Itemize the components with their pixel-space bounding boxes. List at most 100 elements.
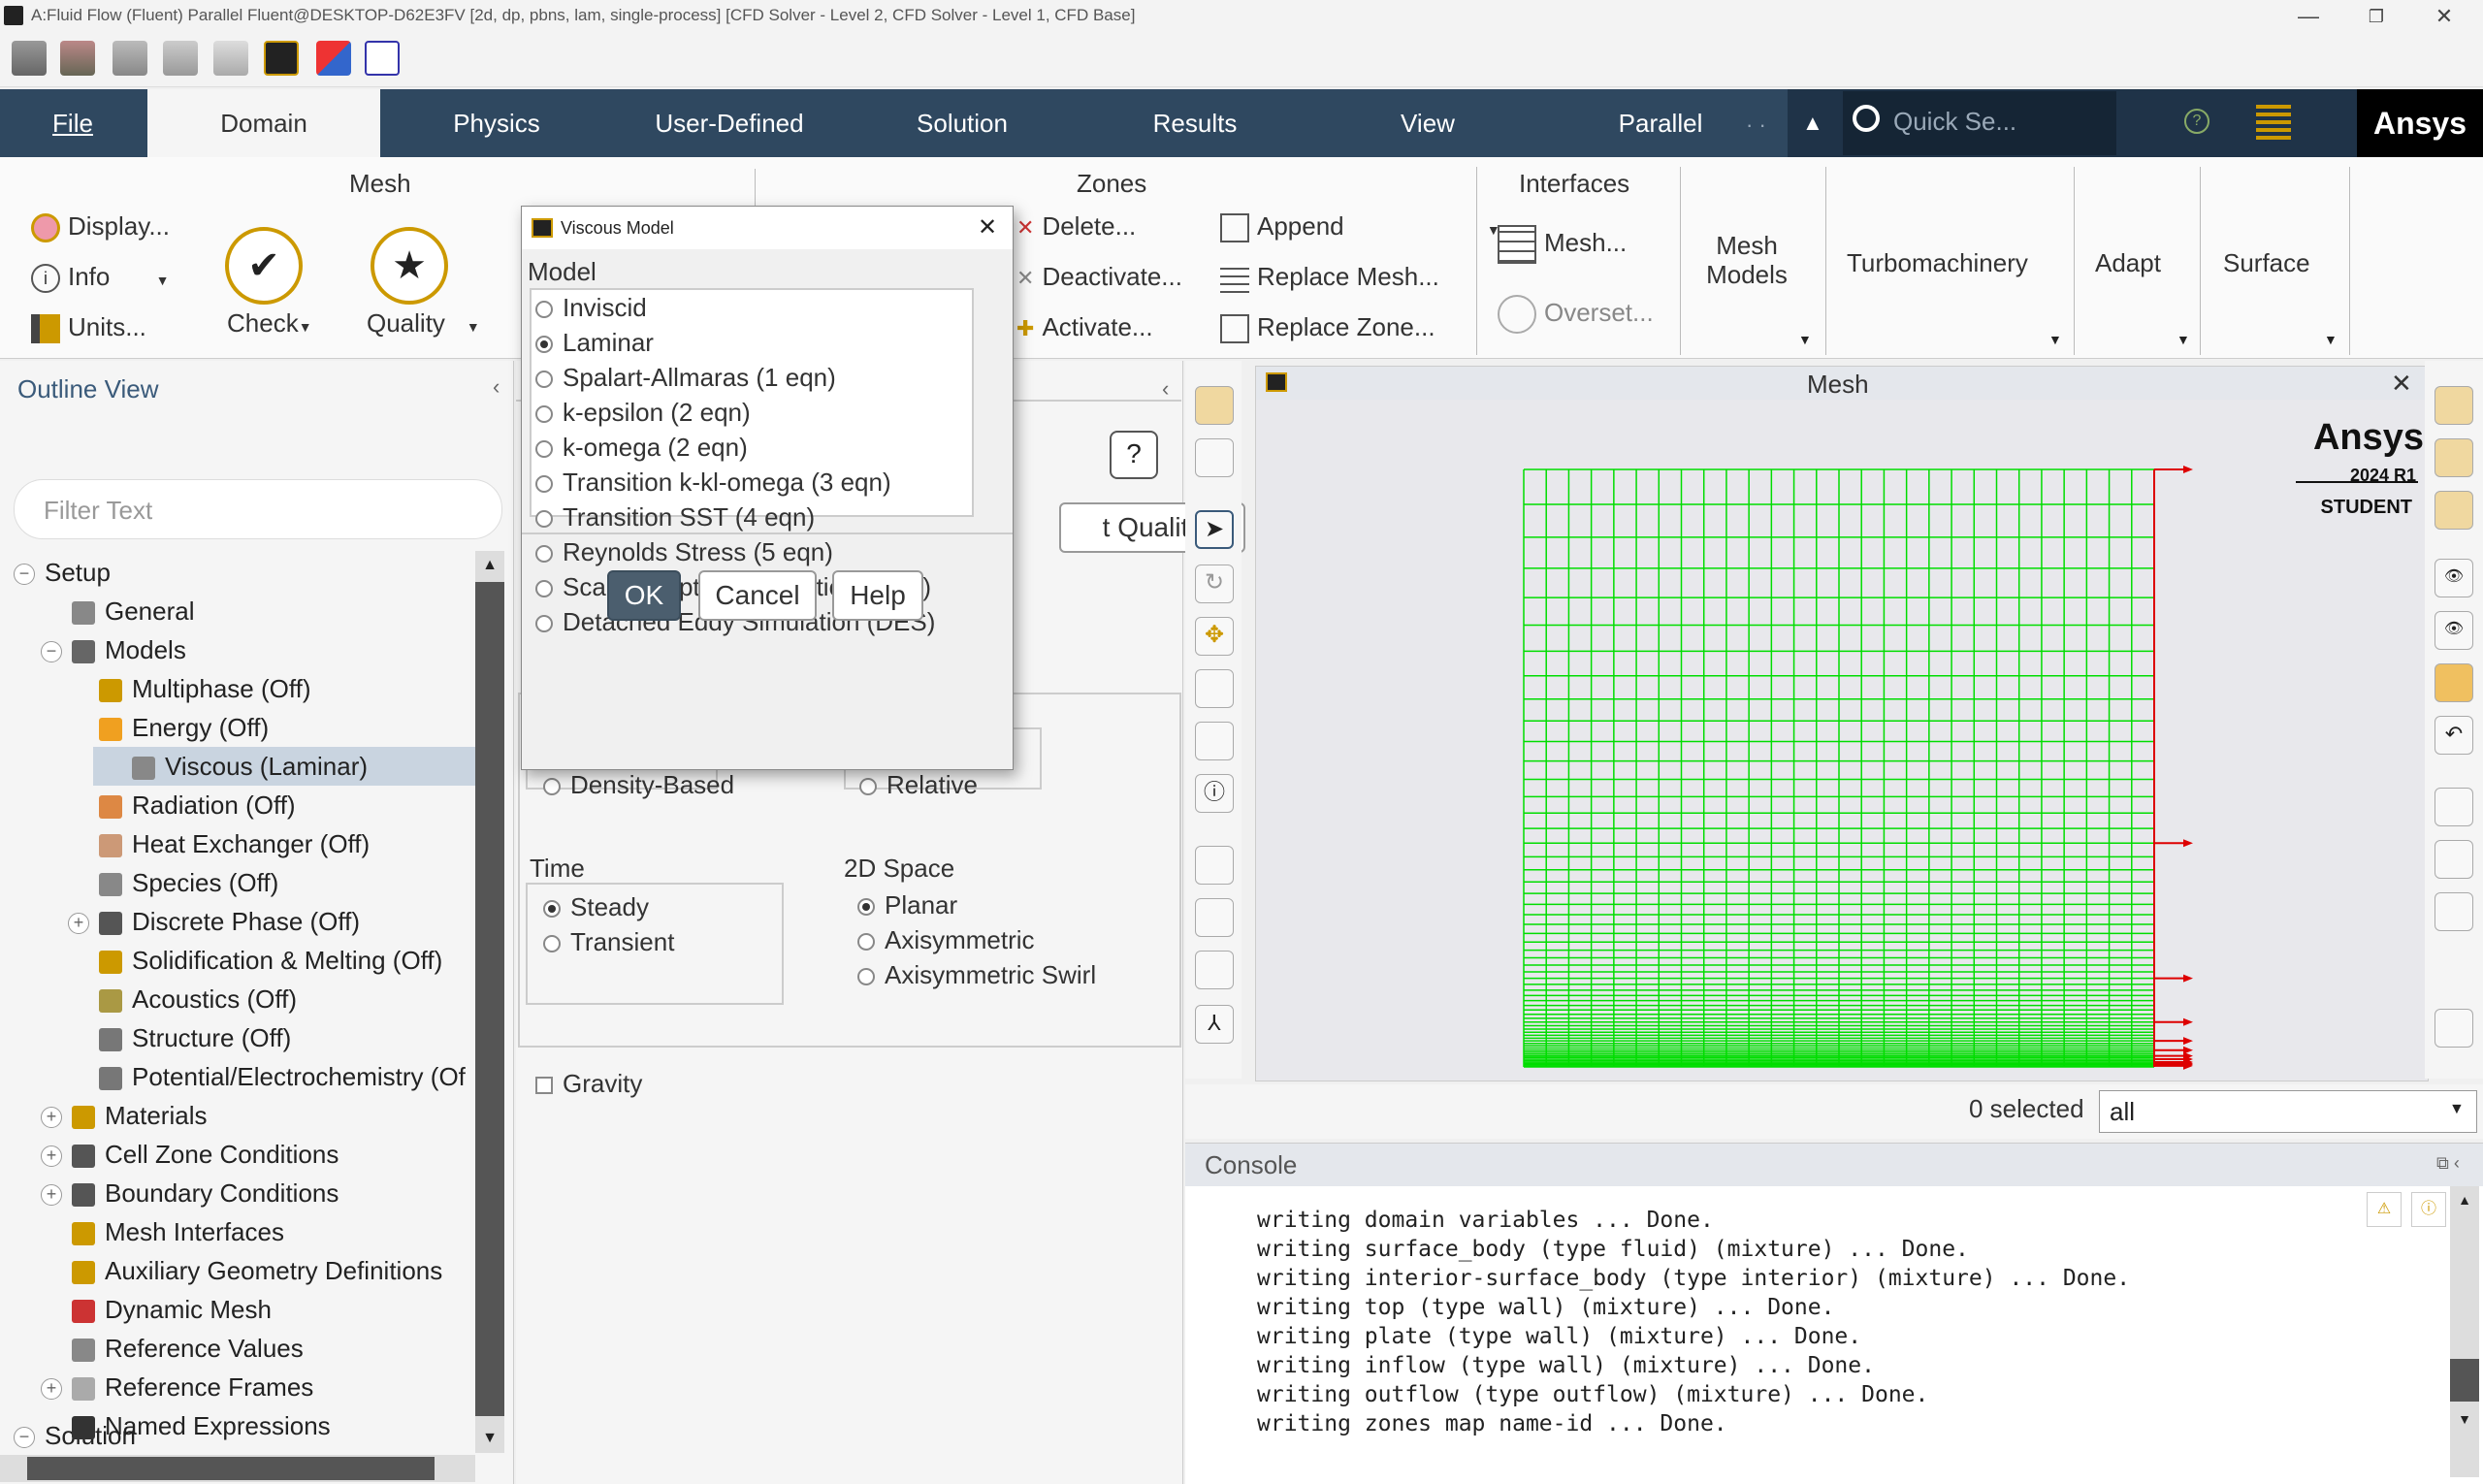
tree-item-acoustics-off[interactable]: Acoustics (Off)	[68, 980, 297, 1018]
scroll-thumb[interactable]	[2450, 1359, 2479, 1402]
overset-button[interactable]: Overset...	[1498, 295, 1654, 334]
adapt-dropdown-icon[interactable]: ▼	[2177, 332, 2190, 347]
console-panel[interactable]: Console ⧉ ‹ writing domain variables ...…	[1185, 1143, 2483, 1484]
tree-item-discrete-phase-off[interactable]: + Discrete Phase (Off)	[68, 902, 360, 941]
outline-hscrollbar[interactable]	[0, 1455, 475, 1482]
scroll-thumb[interactable]	[475, 582, 504, 1416]
model-option-k-epsilon-2-eqn[interactable]: k-epsilon (2 eqn)	[535, 395, 972, 430]
zoom-in-icon[interactable]	[1195, 898, 1234, 937]
mesh-models-button[interactable]: Mesh Models	[1690, 231, 1804, 289]
help-button[interactable]: Help	[832, 570, 923, 621]
copy-icon[interactable]	[2435, 663, 2473, 702]
probe-icon[interactable]: ⓘ	[1195, 774, 1234, 813]
zoom-out-icon[interactable]	[1195, 951, 1234, 989]
ruler-icon[interactable]	[2435, 840, 2473, 879]
display-mesh-icon[interactable]	[1195, 386, 1234, 425]
tab-domain[interactable]: Domain	[147, 89, 380, 157]
transient-radio[interactable]: Transient	[543, 927, 674, 957]
expand-icon[interactable]: +	[41, 1378, 62, 1401]
outline-scrollbar[interactable]: ▲ ▼	[475, 551, 504, 1453]
close-dialog-icon[interactable]: ✕	[978, 207, 997, 249]
quality-icon[interactable]: ★	[371, 227, 448, 305]
model-option-transition-k-kl-omega-3-eqn[interactable]: Transition k-kl-omega (3 eqn)	[535, 465, 972, 500]
selection-filter-dropdown[interactable]: all ▼	[2099, 1090, 2477, 1133]
surface-dropdown-icon[interactable]: ▼	[2324, 332, 2338, 347]
tree-item-structure-off[interactable]: Structure (Off)	[68, 1018, 291, 1057]
zoom-box-icon[interactable]	[1195, 722, 1234, 760]
tree-item-viscous-laminar[interactable]: Viscous (Laminar)	[93, 747, 475, 786]
mesh-plot[interactable]	[1256, 400, 2428, 1081]
info-dropdown-icon[interactable]: ▼	[156, 273, 170, 288]
model-option-laminar[interactable]: Laminar	[535, 325, 972, 360]
gravity-checkbox[interactable]: Gravity	[535, 1069, 642, 1099]
write-case-icon[interactable]	[113, 41, 147, 76]
undo-icon[interactable]: ↶	[2435, 716, 2473, 755]
expand-icon[interactable]: +	[41, 1184, 62, 1207]
graphics-window[interactable]: Mesh ✕ Ansys 2024 R1 STUDENT	[1255, 366, 2429, 1081]
tab-solution[interactable]: Solution	[846, 89, 1079, 157]
reload-icon[interactable]	[163, 41, 198, 76]
tab-physics[interactable]: Physics	[380, 89, 613, 157]
close-window-button[interactable]: ✕	[2425, 2, 2464, 31]
expand-icon[interactable]: −	[41, 641, 62, 663]
tab-view[interactable]: View	[1311, 89, 1544, 157]
delete-zone-button[interactable]: ✕ Delete...	[1016, 211, 1136, 242]
minimize-button[interactable]: —	[2289, 2, 2328, 31]
tree-item-named-expressions[interactable]: Named Expressions	[41, 1406, 331, 1445]
tab-results[interactable]: Results	[1079, 89, 1311, 157]
pan-icon[interactable]: ✥	[1195, 617, 1234, 656]
tree-item-radiation-off[interactable]: Radiation (Off)	[68, 786, 296, 824]
tree-setup[interactable]: − Setup	[14, 553, 111, 592]
axisymmetric-radio[interactable]: Axisymmetric	[857, 925, 1035, 955]
density-based-radio[interactable]: Density-Based	[543, 770, 734, 800]
fit-window-icon[interactable]	[1195, 438, 1234, 477]
relative-radio[interactable]: Relative	[859, 770, 978, 800]
tree-item-species-off[interactable]: Species (Off)	[68, 863, 278, 902]
tree-item-reference-frames[interactable]: + Reference Frames	[41, 1368, 313, 1406]
info-button[interactable]: i Info ▼	[31, 262, 170, 294]
model-option-k-omega-2-eqn[interactable]: k-omega (2 eqn)	[535, 430, 972, 465]
menu-icon[interactable]	[2256, 105, 2291, 140]
window-layout-icon[interactable]	[2435, 1009, 2473, 1048]
collapse-icon[interactable]: −	[14, 1427, 35, 1449]
hscroll-thumb[interactable]	[27, 1457, 435, 1480]
console-scrollbar[interactable]: ▲ ▼	[2450, 1186, 2479, 1477]
tree-item-auxiliary-geometry-definitions[interactable]: Auxiliary Geometry Definitions	[41, 1251, 442, 1290]
turbomachinery-dropdown-icon[interactable]: ▼	[2048, 332, 2062, 347]
tree-item-heat-exchanger-off[interactable]: Heat Exchanger (Off)	[68, 824, 370, 863]
append-button[interactable]: Append ▼	[1220, 211, 1500, 243]
tree-item-reference-values[interactable]: Reference Values	[41, 1329, 304, 1368]
notes-icon[interactable]	[2435, 892, 2473, 931]
tab-parallel[interactable]: Parallel	[1544, 89, 1777, 157]
zoom-icon[interactable]	[1195, 669, 1234, 708]
scroll-up-icon[interactable]: ▲	[2450, 1186, 2479, 1213]
help-icon[interactable]: ?	[2184, 109, 2209, 134]
check-button[interactable]: Check▼	[227, 308, 312, 339]
collapse-task-panel-icon[interactable]: ‹	[1162, 376, 1169, 402]
tree-item-cell-zone-conditions[interactable]: + Cell Zone Conditions	[41, 1135, 339, 1174]
interfaces-mesh-button[interactable]: Mesh...	[1498, 225, 1627, 264]
console-options-icon[interactable]: ⧉ ‹	[2436, 1153, 2460, 1174]
replace-mesh-button[interactable]: Replace Mesh...	[1220, 262, 1439, 294]
warning-icon[interactable]: ⚠	[2367, 1192, 2402, 1227]
hide-icon[interactable]: 👁	[2435, 611, 2473, 650]
axes-icon[interactable]: ⅄	[1195, 1005, 1234, 1044]
workbench-icon[interactable]	[264, 41, 299, 76]
tree-item-models[interactable]: − Models	[41, 630, 186, 669]
collapse-ribbon-icon[interactable]: ▲	[1802, 111, 1823, 136]
replace-zone-button[interactable]: Replace Zone...	[1220, 312, 1435, 344]
collapse-panel-icon[interactable]: ‹	[493, 374, 500, 400]
close-graphics-icon[interactable]: ✕	[2391, 369, 2412, 399]
expand-icon[interactable]: +	[41, 1107, 62, 1129]
turbomachinery-button[interactable]: Turbomachinery	[1847, 248, 2028, 278]
visibility-icon[interactable]: 👁	[2435, 559, 2473, 597]
units-button[interactable]: Units...	[31, 312, 146, 344]
open-case-icon[interactable]	[12, 41, 47, 76]
read-data-icon[interactable]	[60, 41, 95, 76]
pointer-icon[interactable]: ➤	[1195, 510, 1234, 549]
info-icon[interactable]: ⓘ	[2411, 1192, 2446, 1227]
display-button[interactable]: Display...	[31, 211, 170, 243]
filter-text-input[interactable]: Filter Text	[14, 479, 502, 539]
shade-icon[interactable]	[2435, 491, 2473, 530]
tree-item-solidification-melting-off[interactable]: Solidification & Melting (Off)	[68, 941, 442, 980]
